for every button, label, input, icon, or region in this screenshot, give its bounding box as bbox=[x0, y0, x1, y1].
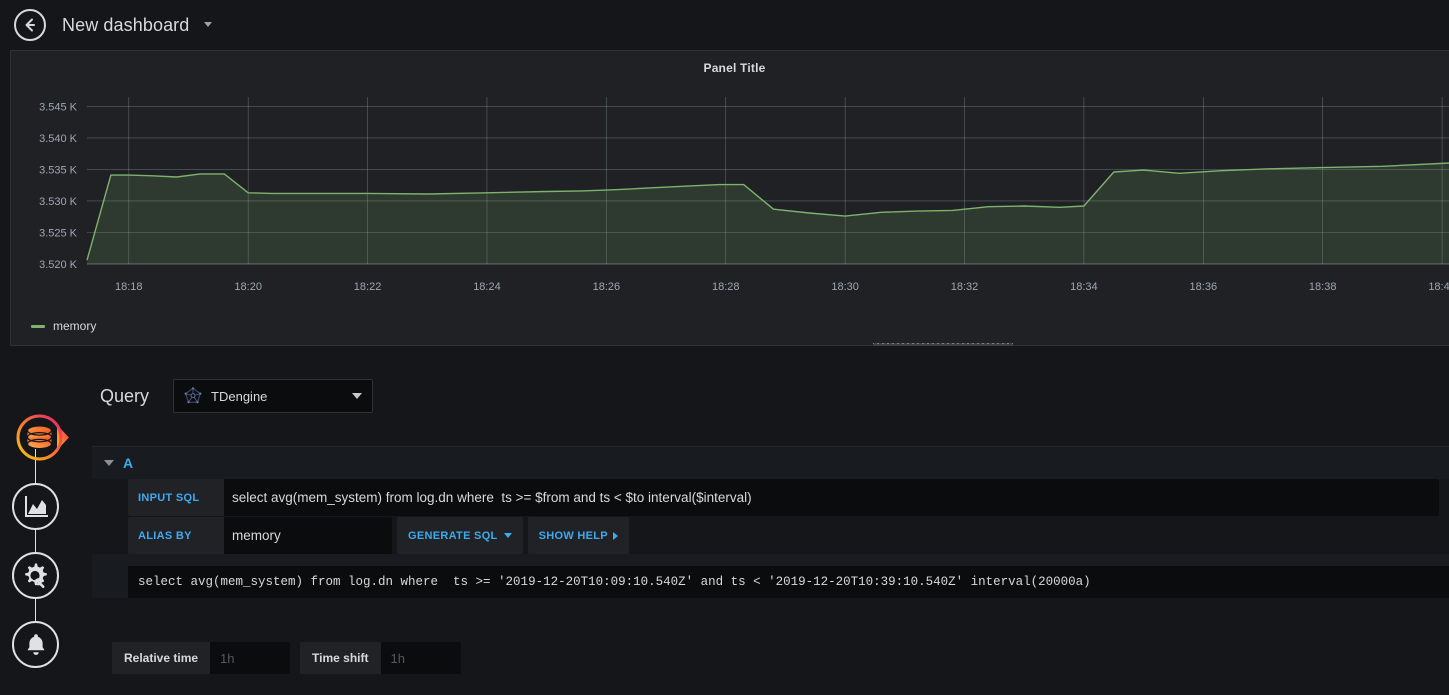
generated-sql-preview: select avg(mem_system) from log.dn where… bbox=[128, 566, 1449, 598]
query-fields: INPUT SQL ALIAS BY GENERATE SQL SHOW HEL… bbox=[92, 479, 1449, 554]
sidebar-item-queries[interactable] bbox=[11, 414, 69, 461]
x-axis-tick-label: 18:36 bbox=[1190, 281, 1218, 293]
x-axis-tick-label: 18:38 bbox=[1309, 281, 1337, 293]
x-axis-tick-label: 18:34 bbox=[1070, 281, 1098, 293]
y-axis-tick-label: 3.545 K bbox=[39, 101, 78, 113]
dashboard-title-text: New dashboard bbox=[62, 14, 190, 35]
time-shift-label: Time shift bbox=[312, 651, 369, 665]
datasource-picker[interactable]: TDengine bbox=[173, 379, 374, 413]
query-row-a: A INPUT SQL ALIAS BY GENERATE SQL SHOW H… bbox=[92, 446, 1449, 598]
x-axis-tick-label: 18:24 bbox=[473, 281, 501, 293]
y-axis-tick-label: 3.520 K bbox=[39, 259, 78, 271]
y-axis-tick-label: 3.525 K bbox=[39, 227, 78, 239]
chevron-down-icon[interactable] bbox=[104, 460, 114, 466]
show-help-button[interactable]: SHOW HELP bbox=[527, 517, 629, 554]
arrow-left-icon bbox=[25, 18, 35, 32]
x-axis-tick-label: 18:40 bbox=[1428, 281, 1449, 293]
time-shift-input[interactable] bbox=[380, 642, 461, 674]
bell-icon bbox=[27, 634, 44, 655]
query-section-label: Query bbox=[100, 385, 150, 406]
input-sql-label: INPUT SQL bbox=[128, 479, 224, 516]
graph-panel: Panel Title 3.520 K 3.525 K 3.530 K 3.535 K… bbox=[10, 50, 1449, 346]
sidebar-item-alert[interactable] bbox=[12, 621, 59, 668]
x-axis-tick-label: 18:18 bbox=[115, 281, 143, 293]
alias-by-row: ALIAS BY GENERATE SQL SHOW HELP bbox=[128, 517, 1449, 554]
query-time-options: Relative time Time shift bbox=[112, 642, 471, 674]
editor-nav-rail bbox=[0, 360, 72, 695]
query-editor: Query TDengine A INPUT SQL select avg(me… bbox=[72, 360, 1449, 695]
panel-title: Panel Title bbox=[703, 61, 766, 75]
database-icon bbox=[16, 414, 69, 461]
input-sql-row: INPUT SQL bbox=[128, 479, 1449, 516]
query-row-header[interactable]: A bbox=[92, 447, 1449, 479]
alias-by-field[interactable] bbox=[224, 517, 392, 554]
top-bar: New dashboard bbox=[0, 0, 1449, 50]
query-header-row: Query TDengine bbox=[72, 360, 1449, 432]
dashboard-title[interactable]: New dashboard bbox=[62, 15, 212, 36]
y-axis-tick-label: 3.540 K bbox=[39, 133, 78, 145]
x-axis-tick-label: 18:28 bbox=[712, 281, 740, 293]
chevron-down-icon bbox=[503, 533, 512, 538]
relative-time-group: Relative time bbox=[112, 642, 291, 674]
show-help-label: SHOW HELP bbox=[538, 529, 608, 542]
query-ref-id[interactable]: A bbox=[123, 455, 133, 471]
sidebar-item-visualization[interactable] bbox=[12, 483, 59, 530]
relative-time-input[interactable] bbox=[210, 642, 291, 674]
generate-sql-label: GENERATE SQL bbox=[408, 529, 498, 542]
x-axis-tick-label: 18:20 bbox=[234, 281, 262, 293]
legend-color-swatch bbox=[31, 324, 45, 328]
x-axis-tick-label: 18:22 bbox=[354, 281, 382, 293]
gear-wrench-icon bbox=[25, 563, 47, 588]
legend-series-label[interactable]: memory bbox=[53, 319, 96, 333]
y-axis-tick-label: 3.530 K bbox=[39, 196, 78, 208]
datasource-name: TDengine bbox=[211, 388, 268, 404]
graph-area-icon bbox=[24, 495, 48, 517]
time-shift-group: Time shift bbox=[300, 642, 461, 674]
x-axis-tick-label: 18:26 bbox=[593, 281, 621, 293]
chevron-right-icon bbox=[612, 531, 618, 540]
memory-area-chart: 3.520 K 3.525 K 3.530 K 3.535 K 3.540 K 3.545… bbox=[39, 97, 1449, 293]
relative-time-label: Relative time bbox=[124, 651, 199, 665]
panel-resize-handle[interactable] bbox=[868, 341, 1018, 348]
x-axis-tick-label: 18:32 bbox=[951, 281, 979, 293]
x-axis-tick-label: 18:30 bbox=[831, 281, 859, 293]
chevron-down-icon[interactable] bbox=[203, 22, 212, 28]
graph-plot-area[interactable]: 3.520 K 3.525 K 3.530 K 3.535 K 3.540 K 3.545… bbox=[11, 79, 1449, 309]
series-area-fill bbox=[87, 163, 1449, 264]
chevron-down-icon[interactable] bbox=[352, 393, 363, 399]
sidebar-item-general[interactable] bbox=[12, 552, 59, 599]
y-axis-tick-label: 3.535 K bbox=[39, 164, 78, 176]
alias-by-label: ALIAS BY bbox=[128, 517, 224, 554]
generate-sql-button[interactable]: GENERATE SQL bbox=[397, 517, 523, 554]
back-button[interactable] bbox=[14, 9, 46, 41]
tdengine-icon bbox=[184, 387, 202, 405]
input-sql-field[interactable] bbox=[224, 479, 1439, 516]
graph-legend[interactable]: memory bbox=[31, 319, 96, 333]
